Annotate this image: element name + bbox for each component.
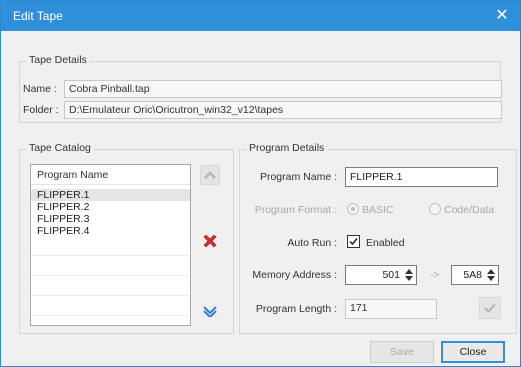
- format-code-label: Code/Data: [444, 204, 495, 216]
- program-list[interactable]: Program Name FLIPPER.1 FLIPPER.2 FLIPPER…: [30, 164, 191, 326]
- auto-run-checkbox[interactable]: [347, 235, 360, 248]
- list-divider: [31, 255, 190, 256]
- close-button[interactable]: Close: [441, 341, 505, 363]
- program-length-field: 171: [345, 299, 437, 319]
- tape-name-field: Cobra Pinball.tap: [64, 80, 502, 98]
- move-up-button[interactable]: [200, 165, 220, 185]
- program-name-label: Program Name :: [259, 171, 337, 183]
- list-item[interactable]: FLIPPER.3: [31, 213, 190, 225]
- memory-end-spinner[interactable]: 5A8: [451, 265, 499, 285]
- apply-button[interactable]: [479, 297, 501, 319]
- chevron-up-icon: [204, 171, 216, 179]
- format-basic-label: BASIC: [362, 204, 394, 216]
- program-format-label: Program Format :: [254, 204, 337, 216]
- check-icon: [484, 303, 496, 313]
- tape-folder-field: D:\Emulateur Oric\Oricutron_win32_v12\ta…: [64, 101, 502, 119]
- save-button[interactable]: Save: [370, 341, 434, 363]
- move-down-button[interactable]: [200, 301, 220, 321]
- auto-run-text: Enabled: [366, 237, 405, 249]
- checkmark-icon: [349, 238, 358, 246]
- program-name-input[interactable]: FLIPPER.1: [345, 167, 498, 187]
- close-icon[interactable]: ✕: [484, 1, 520, 31]
- list-item[interactable]: FLIPPER.4: [31, 225, 190, 237]
- list-item[interactable]: FLIPPER.2: [31, 201, 190, 213]
- spinner-arrows-icon[interactable]: [486, 268, 496, 282]
- delete-icon: [203, 234, 217, 248]
- memory-address-label: Memory Address :: [252, 269, 337, 281]
- range-arrow-icon: ->: [430, 269, 440, 281]
- auto-run-label: Auto Run :: [287, 237, 337, 249]
- edit-tape-dialog: Edit Tape ✕ Tape Details Name : Cobra Pi…: [0, 0, 521, 367]
- format-code-radio[interactable]: [429, 203, 441, 215]
- format-basic-radio[interactable]: [347, 203, 359, 215]
- memory-start-value: 501: [382, 269, 400, 281]
- memory-start-spinner[interactable]: 501: [345, 265, 417, 285]
- tape-folder-label: Folder :: [23, 104, 59, 116]
- tape-catalog-title: Tape Catalog: [26, 142, 94, 154]
- tape-details-title: Tape Details: [26, 54, 90, 66]
- list-item[interactable]: FLIPPER.1: [31, 189, 190, 201]
- delete-program-button[interactable]: [200, 231, 220, 251]
- memory-end-value: 5A8: [463, 269, 482, 281]
- window-title: Edit Tape: [13, 9, 63, 23]
- list-divider: [31, 315, 190, 316]
- list-divider: [31, 275, 190, 276]
- chevron-down-icon: [203, 306, 217, 317]
- list-divider: [31, 295, 190, 296]
- tape-name-label: Name :: [23, 83, 57, 95]
- title-bar[interactable]: Edit Tape ✕: [1, 1, 520, 31]
- spinner-arrows-icon[interactable]: [404, 268, 414, 282]
- program-details-title: Program Details: [246, 142, 328, 154]
- program-length-label: Program Length :: [255, 303, 337, 315]
- program-name-column-header[interactable]: Program Name: [31, 165, 190, 185]
